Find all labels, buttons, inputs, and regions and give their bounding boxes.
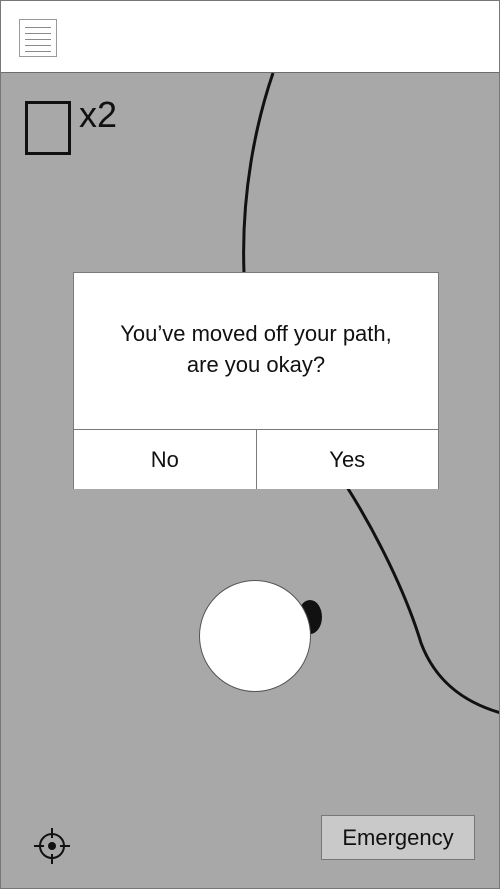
hamburger-menu-icon[interactable]	[19, 19, 57, 57]
item-counter: x2	[25, 97, 117, 155]
dialog-message-line: You’ve moved off your path,	[120, 321, 392, 346]
user-location-marker	[199, 580, 311, 692]
crosshair-locate-icon[interactable]	[32, 826, 72, 866]
dialog-actions: No Yes	[74, 429, 438, 489]
route-path	[242, 73, 275, 274]
app-screen: x2 You’ve moved off your path, are you o…	[0, 0, 500, 889]
dialog-message: You’ve moved off your path, are you okay…	[74, 273, 438, 429]
route-path	[345, 486, 499, 714]
dialog-message-line: are you okay?	[186, 352, 326, 377]
yes-button[interactable]: Yes	[256, 430, 438, 489]
counter-text: x2	[79, 94, 118, 135]
emergency-button[interactable]: Emergency	[321, 815, 475, 860]
no-button[interactable]: No	[74, 430, 257, 489]
empty-square-icon	[25, 101, 71, 155]
off-path-dialog: You’ve moved off your path, are you okay…	[73, 272, 439, 489]
top-bar	[1, 1, 499, 73]
